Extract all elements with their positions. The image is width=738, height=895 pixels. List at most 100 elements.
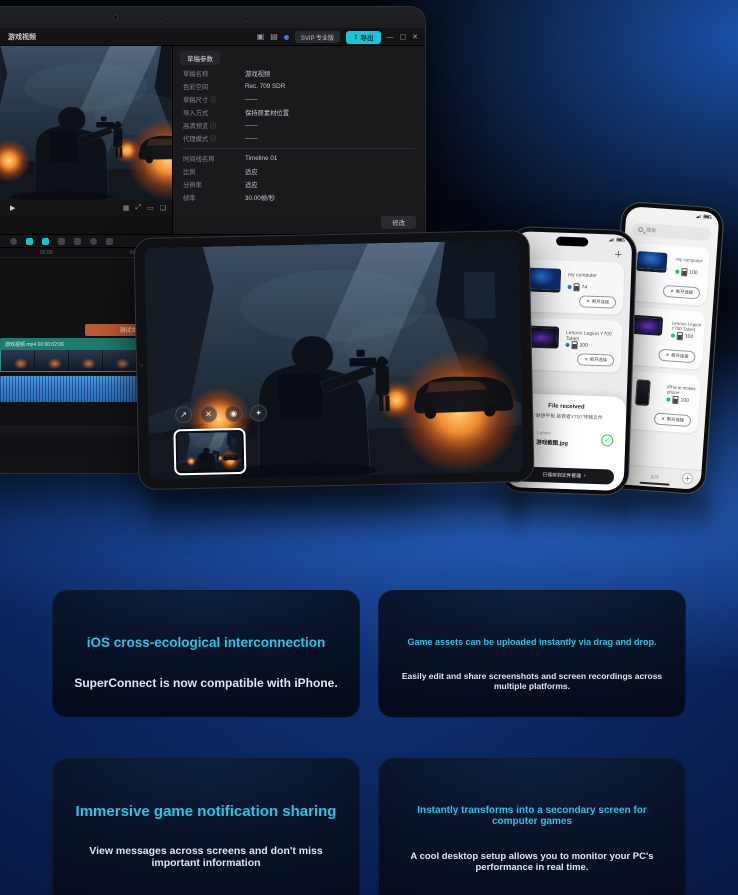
- success-check-icon: ✓: [601, 434, 613, 446]
- disconnect-button[interactable]: ✕断开连接: [663, 285, 701, 300]
- online-dot-icon: [675, 270, 679, 274]
- battery-icon: [672, 396, 679, 404]
- online-dot-icon: [671, 333, 675, 337]
- export-button[interactable]: ⇧导出: [346, 31, 380, 44]
- editor-titlebar: 游戏视频 ▣ ▤ SVIP 专业版 ⇧导出 — ▢ ✕: [0, 28, 424, 46]
- ratio-icon[interactable]: ▭: [147, 204, 154, 212]
- app-label: 互传: [650, 474, 659, 481]
- x-icon: ✕: [586, 299, 590, 305]
- disconnect-button[interactable]: ✕断开连接: [577, 353, 614, 366]
- card-title: Immersive game notification sharing: [60, 803, 353, 820]
- disconnect-button[interactable]: ✕断开连接: [654, 413, 692, 428]
- feature-card-ios: iOS cross-ecological interconnection Sup…: [52, 590, 360, 718]
- status-bar: [608, 237, 624, 242]
- battery-icon: [616, 238, 624, 242]
- disconnect-button[interactable]: ✕断开连接: [658, 349, 696, 364]
- project-title: 游戏视频: [0, 32, 36, 42]
- card-title: Game assets can be uploaded instantly vi…: [391, 637, 672, 647]
- webcam-icon: [113, 15, 118, 20]
- panel-row: 导入方式保持原素材位置: [173, 106, 424, 119]
- online-dot-icon: [666, 397, 670, 401]
- x-icon: ✕: [584, 357, 588, 363]
- panel-row: 代理模式 ⓘ——: [173, 132, 424, 145]
- card-subtitle: View messages across screens and don't m…: [53, 845, 359, 869]
- search-icon: [638, 227, 643, 232]
- split-tool-icon[interactable]: [58, 238, 65, 245]
- play-button[interactable]: ▶: [10, 204, 15, 212]
- battery-icon: [677, 332, 684, 340]
- video-preview: ▶ ▦ ⤢ ▭ ❏: [0, 46, 172, 234]
- wifi-icon: [608, 237, 614, 241]
- volume-tool-icon[interactable]: [90, 238, 97, 245]
- game-scene-preview: [0, 46, 172, 200]
- battery-icon: [573, 283, 579, 291]
- effects-tool-icon[interactable]: [74, 238, 81, 245]
- text-tool-icon[interactable]: [26, 238, 33, 245]
- panel-row: 草稿尺寸 ⓘ——: [173, 93, 424, 106]
- file-name: 游戏截图.jpg: [536, 438, 568, 447]
- membership-badge[interactable]: SVIP 专业版: [295, 31, 340, 43]
- file-meta: 1 photo: [536, 430, 551, 435]
- add-device-button[interactable]: ＋: [682, 473, 694, 485]
- tab-draft-params[interactable]: 草稿参数: [180, 51, 220, 65]
- battery-icon: [681, 268, 688, 276]
- home-indicator[interactable]: [639, 482, 669, 486]
- sticker-tool-icon[interactable]: [42, 238, 49, 245]
- modify-button[interactable]: 修改: [381, 216, 416, 229]
- ai-sparkle-icon[interactable]: ✦: [250, 404, 267, 421]
- search-input[interactable]: 搜索: [632, 223, 712, 241]
- notification-dot-icon[interactable]: [284, 35, 289, 40]
- panel-row: 帧率30.00帧/秒: [173, 191, 424, 204]
- chevron-right-icon: ›: [584, 474, 586, 479]
- mic-hole-icon: [244, 16, 249, 21]
- dynamic-island: [556, 237, 588, 247]
- close-button[interactable]: ✕: [412, 33, 418, 41]
- card-title: Instantly transforms into a secondary sc…: [379, 805, 685, 827]
- x-icon: ✕: [661, 416, 665, 422]
- x-icon: ✕: [665, 352, 669, 358]
- card-subtitle: Easily edit and share screenshots and sc…: [379, 671, 685, 691]
- battery-icon: [571, 341, 577, 349]
- laptop-thumbnail: [636, 251, 667, 273]
- panel-row: 高清预览 ⓘ——: [173, 119, 424, 132]
- mic-icon[interactable]: [10, 238, 17, 245]
- signal-icon: [695, 214, 701, 218]
- export-arrow-icon: ⇧: [353, 33, 358, 41]
- grid-icon[interactable]: ▦: [123, 204, 130, 212]
- phone-thumbnail: [635, 379, 651, 406]
- panel-row: 时间线名称Timeline 01: [173, 152, 424, 165]
- minimize-button[interactable]: —: [387, 34, 394, 41]
- device-card-computer[interactable]: my computer 74 ✕断开连接: [517, 259, 625, 315]
- record-icon[interactable]: ◉: [225, 405, 242, 422]
- device-card-computer[interactable]: my computer 100 ✕断开连接: [627, 242, 710, 305]
- disconnect-button[interactable]: ✕断开连接: [579, 295, 616, 308]
- thumbnail-scene-image: [178, 432, 243, 471]
- screenshot-thumbnail[interactable]: [173, 428, 246, 475]
- share-icon[interactable]: ↗: [175, 406, 192, 423]
- panel-row: 草稿名称游戏视频: [173, 67, 424, 80]
- tablet-thumbnail: [632, 315, 663, 336]
- card-subtitle: A cool desktop setup allows you to monit…: [379, 851, 685, 873]
- x-icon: ✕: [670, 288, 674, 294]
- device-card-tablet[interactable]: Lenovo Legion Y700 Tablet 100 ✕断开连接: [623, 306, 706, 369]
- feature-card-notifications: Immersive game notification sharing View…: [52, 758, 360, 895]
- card-title: iOS cross-ecological interconnection: [71, 635, 342, 650]
- fullscreen-icon[interactable]: ❏: [160, 204, 166, 212]
- phone-left-reflection: [508, 494, 626, 544]
- speed-tool-icon[interactable]: [106, 238, 113, 245]
- delete-icon[interactable]: ✕: [200, 405, 217, 422]
- screenshot-toolbar: ↗ ✕ ◉ ✦: [175, 404, 267, 423]
- status-bar: [695, 214, 711, 219]
- maximize-button[interactable]: ▢: [400, 33, 407, 41]
- draft-settings-panel: 草稿参数 草稿名称游戏视频 色彩空间Rec. 709 SDR 草稿尺寸 ⓘ—— …: [172, 46, 424, 234]
- display-mode-icon[interactable]: ▤: [270, 33, 278, 41]
- feature-card-upload: Game assets can be uploaded instantly vi…: [378, 590, 686, 718]
- promo-canvas: 游戏视频 ▣ ▤ SVIP 专业版 ⇧导出 — ▢ ✕ ▶: [0, 0, 738, 895]
- panel-row: 比例适应: [173, 165, 424, 178]
- add-device-button[interactable]: ＋: [614, 248, 623, 261]
- battery-icon: [703, 214, 711, 219]
- resize-icon[interactable]: ⤢: [135, 204, 141, 212]
- panel-row: 分辨率适应: [173, 178, 424, 191]
- layout-icon[interactable]: ▣: [257, 33, 265, 41]
- feature-card-secondary-screen: Instantly transforms into a secondary sc…: [378, 758, 686, 895]
